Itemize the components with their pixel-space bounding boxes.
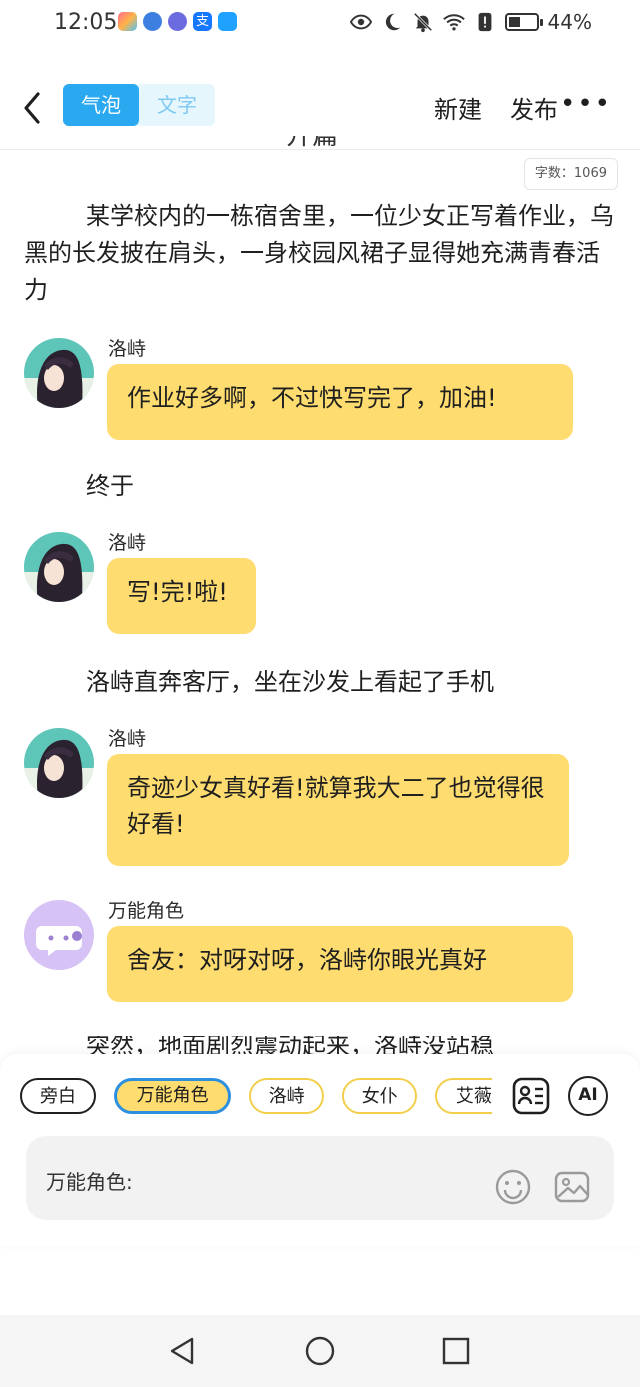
message-sender: 洛峙 [108, 532, 147, 554]
role-chip-universal[interactable]: 万能角色 [114, 1078, 232, 1114]
back-arrow-icon[interactable] [18, 88, 50, 128]
message-bubble[interactable]: 写!完!啦! [107, 558, 256, 634]
narration-block[interactable]: 某学校内的一栋宿舍里，一位少女正写着作业，乌黑的长发披在肩头，一身校园风裙子显得… [24, 198, 616, 309]
emoji-icon[interactable] [494, 1168, 532, 1206]
message-sender: 万能角色 [108, 900, 185, 922]
message-bubble[interactable]: 作业好多啊，不过快写完了，加油! [107, 364, 573, 440]
back-triangle-icon[interactable] [166, 1335, 198, 1367]
music-icon [168, 12, 187, 31]
story-title-partial: 开篇 [286, 136, 348, 150]
role-chip-aiweila[interactable]: 艾薇拉 [435, 1078, 492, 1114]
bell-off-icon [413, 12, 432, 33]
role-chip-maid[interactable]: 女仆 [342, 1078, 418, 1114]
header-divider [0, 149, 640, 150]
battery-percent: 44% [547, 10, 592, 34]
image-icon[interactable] [553, 1168, 591, 1206]
recents-square-icon[interactable] [440, 1335, 472, 1367]
ai-icon[interactable]: AI [568, 1076, 608, 1116]
role-chip-luozhi[interactable]: 洛峙 [249, 1078, 325, 1114]
message-bubble[interactable]: 奇迹少女真好看!就算我大二了也觉得很好看! [107, 754, 569, 866]
publish-button[interactable]: 发布 [510, 90, 558, 125]
appstore-icon [118, 12, 137, 31]
narration-block[interactable]: 洛峙直奔客厅，坐在沙发上看起了手机 [86, 664, 606, 701]
tab-text[interactable]: 文字 [139, 84, 215, 126]
moon-icon [385, 13, 400, 31]
avatar-universal-role[interactable] [24, 900, 94, 970]
composer-role-label: 万能角色: [46, 1170, 133, 1194]
alert-icon [478, 12, 491, 32]
message-bubble[interactable]: 舍友：对呀对呀，洛峙你眼光真好 [107, 926, 573, 1002]
avatar-luozhi[interactable] [24, 728, 94, 798]
home-circle-icon[interactable] [304, 1335, 336, 1367]
narration-block-partial[interactable]: 突然，地面剧烈震动起来，洛峙没站稳 [86, 1036, 586, 1056]
message-sender: 洛峙 [108, 338, 147, 360]
role-card-icon[interactable] [511, 1076, 551, 1116]
narration-block[interactable]: 终于 [86, 468, 606, 505]
tab-bubble[interactable]: 气泡 [63, 84, 139, 126]
avatar-luozhi[interactable] [24, 338, 94, 408]
status-time: 12:05 [54, 10, 118, 35]
composer-input[interactable]: 万能角色: [26, 1136, 614, 1220]
wifi-icon [442, 14, 465, 31]
role-selector: 旁白 万能角色 洛峙 女仆 艾薇拉 [20, 1078, 492, 1120]
status-indicators: 44% [349, 10, 592, 34]
mode-switch: 气泡 文字 [63, 84, 215, 126]
role-chip-narrator[interactable]: 旁白 [20, 1078, 96, 1114]
composer-panel: 旁白 万能角色 洛峙 女仆 艾薇拉 AI 万能角色: [0, 1054, 640, 1246]
search-app-icon [218, 12, 237, 31]
status-bar: 12:05 支 44% [0, 0, 640, 52]
alipay-icon: 支 [193, 12, 212, 31]
browser-icon [143, 12, 162, 31]
battery-icon [504, 13, 543, 31]
new-button[interactable]: 新建 [434, 90, 482, 125]
system-nav-bar [0, 1315, 640, 1387]
word-count-badge: 字数：1069 [523, 158, 618, 190]
eye-icon [349, 14, 372, 30]
message-sender: 洛峙 [108, 728, 147, 750]
status-app-icons: 支 [118, 12, 237, 31]
avatar-luozhi[interactable] [24, 532, 94, 602]
